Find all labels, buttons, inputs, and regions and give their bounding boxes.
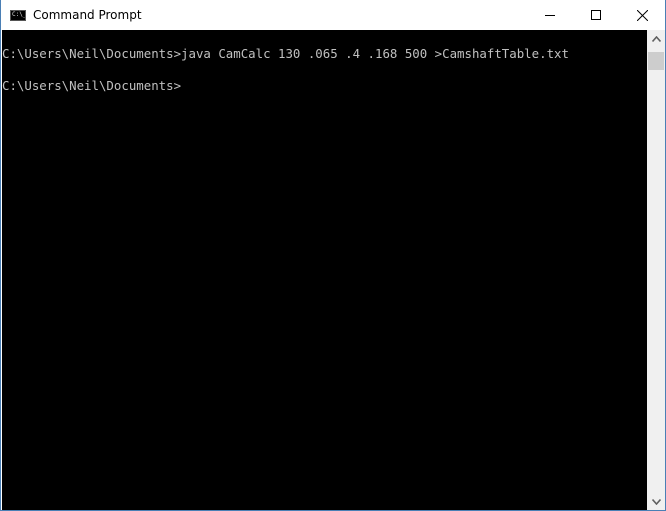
console-prompt-line: C:\Users\Neil\Documents> xyxy=(2,78,182,93)
command-prompt-window: C:\_ Command Prompt C:\Users\Neil\Docume… xyxy=(0,0,666,511)
minimize-icon xyxy=(545,15,555,16)
close-button[interactable] xyxy=(619,0,665,30)
maximize-icon xyxy=(591,10,601,20)
maximize-button[interactable] xyxy=(573,0,619,30)
cmd-icon[interactable]: C:\_ xyxy=(10,9,26,21)
scroll-up-button[interactable] xyxy=(647,30,665,47)
scrollbar-thumb[interactable] xyxy=(648,52,664,70)
console-output[interactable]: C:\Users\Neil\Documents>java CamCalc 130… xyxy=(2,30,647,510)
vertical-scrollbar[interactable] xyxy=(647,30,665,510)
chevron-down-icon xyxy=(651,498,661,505)
title-bar[interactable]: C:\_ Command Prompt xyxy=(1,0,665,30)
window-title: Command Prompt xyxy=(33,8,142,22)
console-line: C:\Users\Neil\Documents>java CamCalc 130… xyxy=(2,46,569,61)
window-controls xyxy=(527,0,665,30)
chevron-up-icon xyxy=(651,35,661,42)
close-icon xyxy=(636,9,648,21)
scroll-down-button[interactable] xyxy=(647,493,665,510)
minimize-button[interactable] xyxy=(527,0,573,30)
